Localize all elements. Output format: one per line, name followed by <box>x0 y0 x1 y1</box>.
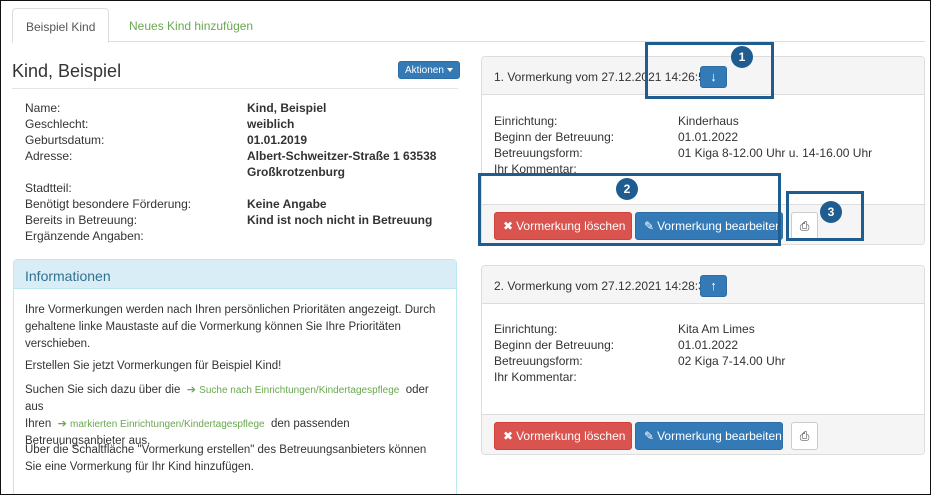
print-icon: ⎙ <box>799 429 810 443</box>
link-marked-facilities[interactable]: markierten Einrichtungen/Kindertagespfle… <box>70 419 265 430</box>
label-geburtsdatum: Geburtsdatum: <box>25 133 105 147</box>
info-heading: Informationen <box>14 260 456 289</box>
move-up-button[interactable]: ↑ <box>700 275 727 297</box>
value-betreuung: Kind ist noch nicht in Betreuung <box>247 213 433 227</box>
value-betreuungsform: 02 Kiga 7-14.00 Uhr <box>678 354 786 368</box>
label-kommentar: Ihr Kommentar: <box>494 370 577 384</box>
pencil-icon: ✎ <box>644 429 655 443</box>
label-betreuung: Bereits in Betreuung: <box>25 213 138 227</box>
label-beginn: Beginn der Betreuung: <box>494 338 615 352</box>
arrow-right-icon: ➔ <box>186 384 196 396</box>
label-einrichtung: Einrichtung: <box>494 322 558 336</box>
page-title: Kind, Beispiel <box>12 61 122 81</box>
value-adresse-line2: Großkrotzenburg <box>247 165 345 179</box>
label-adresse: Adresse: <box>25 149 73 163</box>
label-geschlecht: Geschlecht: <box>25 117 89 131</box>
reservation-2-title: 2. Vormerkung vom 27.12.2021 14:28:34 <box>494 279 712 293</box>
value-beginn: 01.01.2022 <box>678 130 739 144</box>
delete-label: Vormerkung löschen <box>516 429 626 443</box>
value-foerderung: Keine Angabe <box>247 197 327 211</box>
label-betreuungsform: Betreuungsform: <box>494 146 583 160</box>
tab-bar: Beispiel Kind Neues Kind hinzufügen <box>12 8 925 43</box>
edit-label: Vormerkung bearbeiten <box>657 429 782 443</box>
tab-neues-kind[interactable]: Neues Kind hinzufügen <box>116 8 266 43</box>
label-foerderung: Benötigt besondere Förderung: <box>25 197 192 211</box>
reservation-2-heading: 2. Vormerkung vom 27.12.2021 14:28:34 ↑ <box>482 266 924 304</box>
callout-badge-2: 2 <box>616 178 638 200</box>
info-text-create: Erstellen Sie jetzt Vormerkungen für Bei… <box>25 360 282 372</box>
label-einrichtung: Einrichtung: <box>494 114 558 128</box>
link-search-facilities[interactable]: Suche nach Einrichtungen/Kindertagespfle… <box>199 385 399 396</box>
callout-badge-3: 3 <box>820 201 842 223</box>
info-text-search: Suchen Sie sich dazu über die ➔ Suche na… <box>25 382 445 450</box>
caret-down-icon <box>446 68 453 73</box>
callout-box-1 <box>645 42 774 99</box>
times-icon: ✖ <box>503 429 514 443</box>
arrow-right-icon: ➔ <box>57 418 67 430</box>
value-geburtsdatum: 01.01.2019 <box>247 133 308 147</box>
value-betreuungsform: 01 Kiga 8-12.00 Uhr u. 14-16.00 Uhr <box>678 146 873 160</box>
info-panel: Informationen Ihre Vormerkungen werden n… <box>13 259 457 494</box>
reservation-2-footer: ✖ Vormerkung löschen ✎ Vormerkung bearbeit… <box>482 414 924 454</box>
value-geschlecht: weiblich <box>247 117 295 131</box>
callout-badge-1: 1 <box>731 46 753 68</box>
tab-beispiel-kind[interactable]: Beispiel Kind <box>12 8 110 43</box>
value-beginn: 01.01.2022 <box>678 338 739 352</box>
arrow-up-icon: ↑ <box>710 278 717 293</box>
edit-reservation-button[interactable]: ✎ Vormerkung bearbeiten <box>635 422 783 450</box>
value-adresse-line1: Albert-Schweitzer-Straße 1 63538 <box>247 149 437 163</box>
info-text-priorities: Ihre Vormerkungen werden nach Ihren pers… <box>25 304 436 350</box>
info-text-search-c: Ihren <box>25 418 52 430</box>
delete-reservation-button[interactable]: ✖ Vormerkung löschen <box>494 422 632 450</box>
divider <box>12 88 458 89</box>
label-name: Name: <box>25 101 61 115</box>
label-beginn: Beginn der Betreuung: <box>494 130 615 144</box>
print-button[interactable]: ⎙ <box>791 422 818 450</box>
label-betreuungsform: Betreuungsform: <box>494 354 583 368</box>
info-text-button-hint: Über die Schaltfläche "Vormerkung erstel… <box>25 444 427 473</box>
value-name: Kind, Beispiel <box>247 101 327 115</box>
label-stadtteil: Stadtteil: <box>25 181 72 195</box>
app-frame: Beispiel Kind Neues Kind hinzufügen Kind… <box>0 0 931 495</box>
actions-dropdown-button[interactable]: Aktionen <box>398 61 460 79</box>
actions-label: Aktionen <box>405 65 444 76</box>
value-einrichtung: Kita Am Limes <box>678 322 755 336</box>
info-text-search-a: Suchen Sie sich dazu über die <box>25 384 181 396</box>
value-einrichtung: Kinderhaus <box>678 114 739 128</box>
reservation-panel-2[interactable]: 2. Vormerkung vom 27.12.2021 14:28:34 ↑ … <box>481 265 925 455</box>
label-ergaenzend: Ergänzende Angaben: <box>25 229 144 243</box>
